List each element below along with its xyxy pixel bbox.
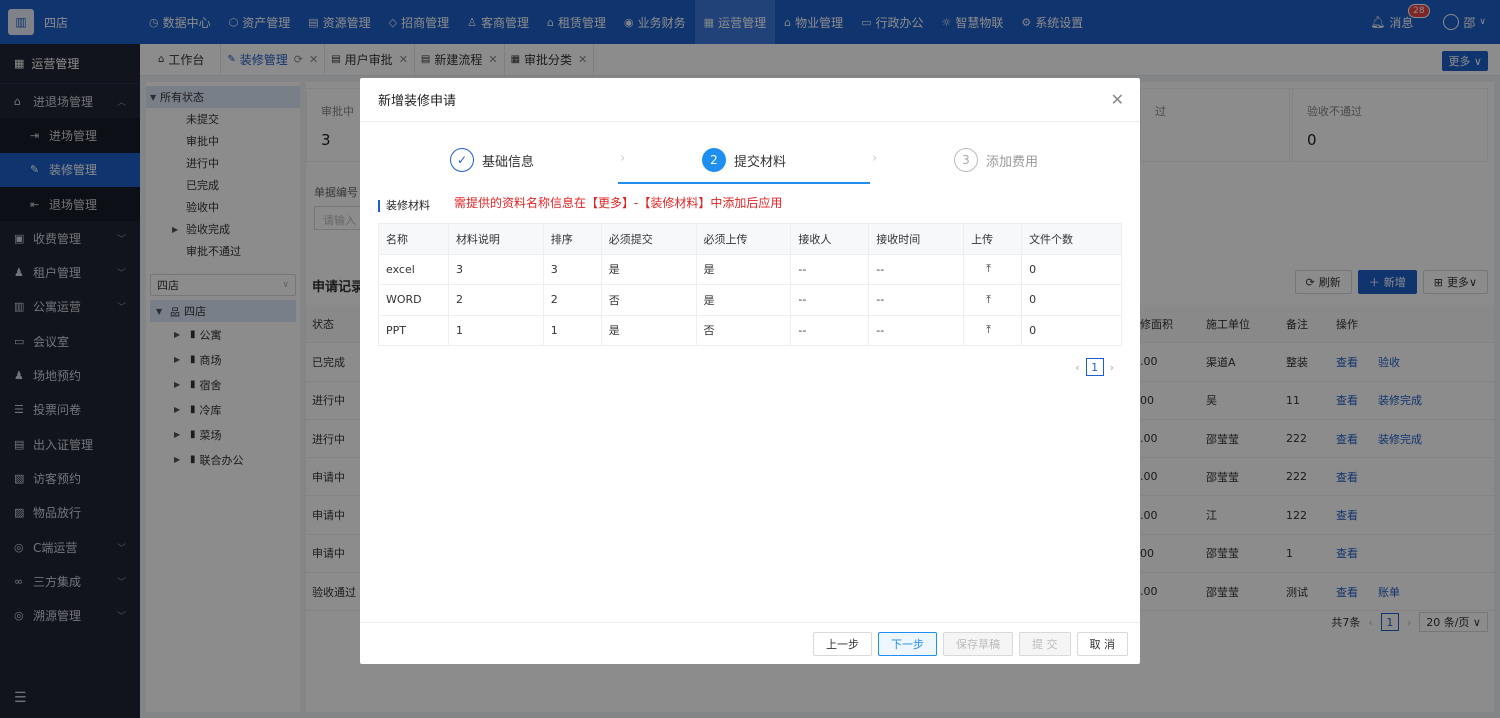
column-header: 上传 — [963, 223, 1022, 255]
table-cell: -- — [790, 315, 869, 346]
column-header: 必须上传 — [695, 223, 791, 255]
table-cell: -- — [790, 284, 869, 316]
table-cell: 3 — [542, 254, 602, 285]
prev-step-button[interactable]: 上一步 — [813, 631, 872, 656]
chevron-right-icon: › — [620, 151, 626, 166]
step-add-fees[interactable]: 3 添加费用 — [954, 148, 1038, 172]
table-row: excel 3 3 是是 -- -- ⤒ 0 — [378, 254, 1122, 285]
table-cell: -- — [868, 254, 964, 285]
table-cell: 否 — [695, 315, 791, 346]
check-icon: ✓ — [450, 148, 474, 172]
modal-footer: 上一步 下一步 保存草稿 提 交 取 消 — [360, 622, 1140, 664]
table-cell: 1 — [542, 315, 602, 346]
step-label: 提交材料 — [734, 154, 787, 170]
step-submit-materials[interactable]: 2 提交材料 — [702, 148, 786, 172]
table-cell: 是 — [695, 254, 791, 285]
submit-button[interactable]: 提 交 — [1019, 631, 1071, 656]
column-header: 接收人 — [790, 223, 869, 255]
table-cell: 3 — [447, 254, 544, 285]
table-cell: -- — [790, 254, 869, 285]
next-page-icon[interactable]: › — [1110, 361, 1114, 374]
active-step-indicator — [618, 182, 870, 184]
step-label: 添加费用 — [986, 154, 1039, 170]
column-header: 必须提交 — [600, 223, 697, 255]
page-number[interactable]: 1 — [1085, 358, 1104, 376]
upload-icon[interactable]: ⤒ — [963, 254, 1022, 285]
table-cell: 0 — [1021, 315, 1122, 346]
step-label: 基础信息 — [482, 154, 535, 170]
renovation-application-modal: 新增装修申请 ✕ ✓ 基础信息 › 2 提交材料 › 3 添加费用 装修材料 需… — [360, 78, 1140, 664]
step-basic-info[interactable]: ✓ 基础信息 — [450, 148, 534, 172]
column-header: 名称 — [378, 223, 449, 255]
table-cell: WORD — [378, 284, 449, 316]
prev-page-icon[interactable]: ‹ — [1075, 361, 1079, 374]
upload-icon[interactable]: ⤒ — [963, 315, 1022, 346]
column-header: 接收时间 — [868, 223, 964, 255]
materials-hint: 需提供的资料名称信息在【更多】-【装修材料】中添加后应用 — [454, 196, 783, 210]
table-cell: -- — [868, 315, 964, 346]
next-step-button[interactable]: 下一步 — [878, 631, 937, 656]
section-title: 装修材料 — [378, 200, 430, 212]
table-cell: 是 — [695, 284, 791, 316]
table-cell: excel — [378, 254, 449, 285]
table-row: WORD 2 2 否是 -- -- ⤒ 0 — [378, 284, 1122, 316]
close-icon[interactable]: ✕ — [1111, 90, 1124, 109]
column-header: 材料说明 — [447, 223, 544, 255]
upload-icon[interactable]: ⤒ — [963, 284, 1022, 316]
chevron-right-icon: › — [872, 151, 878, 166]
table-cell: 2 — [542, 284, 602, 316]
materials-table: 名称 材料说明 排序 必须提交 必须上传 接收人 接收时间 上传 文件个数 excel 3 3 是是 -… — [378, 223, 1122, 346]
table-row: PPT 1 1 是否 -- -- ⤒ 0 — [378, 315, 1122, 346]
table-cell: 是 — [600, 254, 697, 285]
table-cell: 0 — [1021, 254, 1122, 285]
table-cell: 是 — [600, 315, 697, 346]
materials-pagination: ‹ 1 › — [1075, 358, 1114, 376]
modal-header: 新增装修申请 ✕ — [360, 78, 1140, 122]
step-number: 2 — [702, 148, 726, 172]
save-draft-button[interactable]: 保存草稿 — [943, 631, 1013, 656]
column-header: 排序 — [542, 223, 602, 255]
cancel-button[interactable]: 取 消 — [1076, 631, 1128, 656]
table-cell: 2 — [447, 284, 544, 316]
modal-title: 新增装修申请 — [378, 94, 457, 109]
table-cell: 否 — [600, 284, 697, 316]
table-cell: 1 — [447, 315, 544, 346]
column-header: 文件个数 — [1021, 223, 1122, 255]
table-cell: 0 — [1021, 284, 1122, 316]
table-cell: -- — [868, 284, 964, 316]
step-number: 3 — [954, 148, 978, 172]
steps: ✓ 基础信息 › 2 提交材料 › 3 添加费用 — [450, 148, 1080, 184]
table-cell: PPT — [378, 315, 449, 346]
